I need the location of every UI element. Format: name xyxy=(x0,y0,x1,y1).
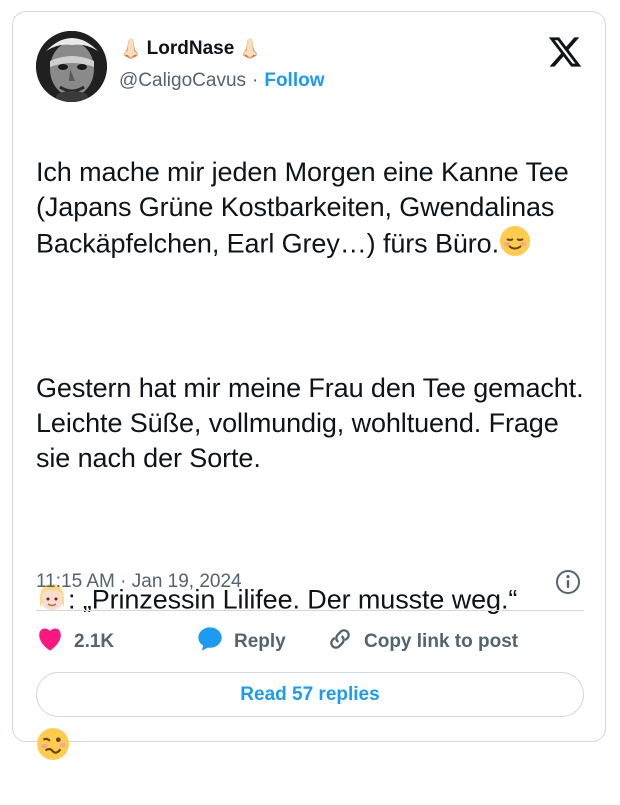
likes-count: 2.1K xyxy=(74,631,115,652)
tweet-paragraph-1: Ich mache mir jeden Morgen eine Kanne Te… xyxy=(36,155,586,266)
avatar[interactable] xyxy=(36,31,107,102)
nose-emoji-right: 👃🏻 xyxy=(238,39,262,60)
read-replies-button[interactable]: Read 57 replies xyxy=(36,672,584,717)
follow-button[interactable]: Follow xyxy=(264,70,324,92)
author-handle[interactable]: @CaligoCavus xyxy=(119,70,246,92)
action-bar: 2.1K Reply Copy link to post xyxy=(36,624,518,660)
relieved-face-emoji xyxy=(499,225,531,266)
reply-bubble-icon xyxy=(196,625,224,659)
separator: · xyxy=(252,70,259,91)
timestamp[interactable]: 11:15 AM · Jan 19, 2024 xyxy=(36,571,242,593)
heart-icon xyxy=(36,626,64,658)
woozy-face-emoji xyxy=(36,727,70,770)
like-button[interactable]: 2.1K xyxy=(36,626,196,658)
tweet-card: 👃🏻 LordNase 👃🏻 @CaligoCavus · Follow Ich… xyxy=(12,11,606,760)
author-name-row[interactable]: 👃🏻 LordNase 👃🏻 xyxy=(119,36,262,62)
author-handle-row: @CaligoCavus · Follow xyxy=(119,70,325,92)
reply-button[interactable]: Reply xyxy=(196,625,326,659)
link-icon xyxy=(326,625,354,659)
copy-link-label: Copy link to post xyxy=(364,631,519,652)
reply-label: Reply xyxy=(234,631,286,652)
nose-emoji-left: 👃🏻 xyxy=(119,39,143,60)
divider xyxy=(36,610,584,611)
author-display-name[interactable]: LordNase xyxy=(147,38,235,60)
copy-link-button[interactable]: Copy link to post xyxy=(326,625,518,659)
info-icon[interactable] xyxy=(554,568,582,596)
tweet-paragraph-4 xyxy=(36,727,586,770)
timestamp-row: 11:15 AM · Jan 19, 2024 xyxy=(36,569,582,595)
x-logo-icon[interactable] xyxy=(547,34,583,70)
read-replies-label: Read 57 replies xyxy=(240,683,380,705)
tweet-paragraph-2: Gestern hat mir meine Frau den Tee gemac… xyxy=(36,373,584,473)
